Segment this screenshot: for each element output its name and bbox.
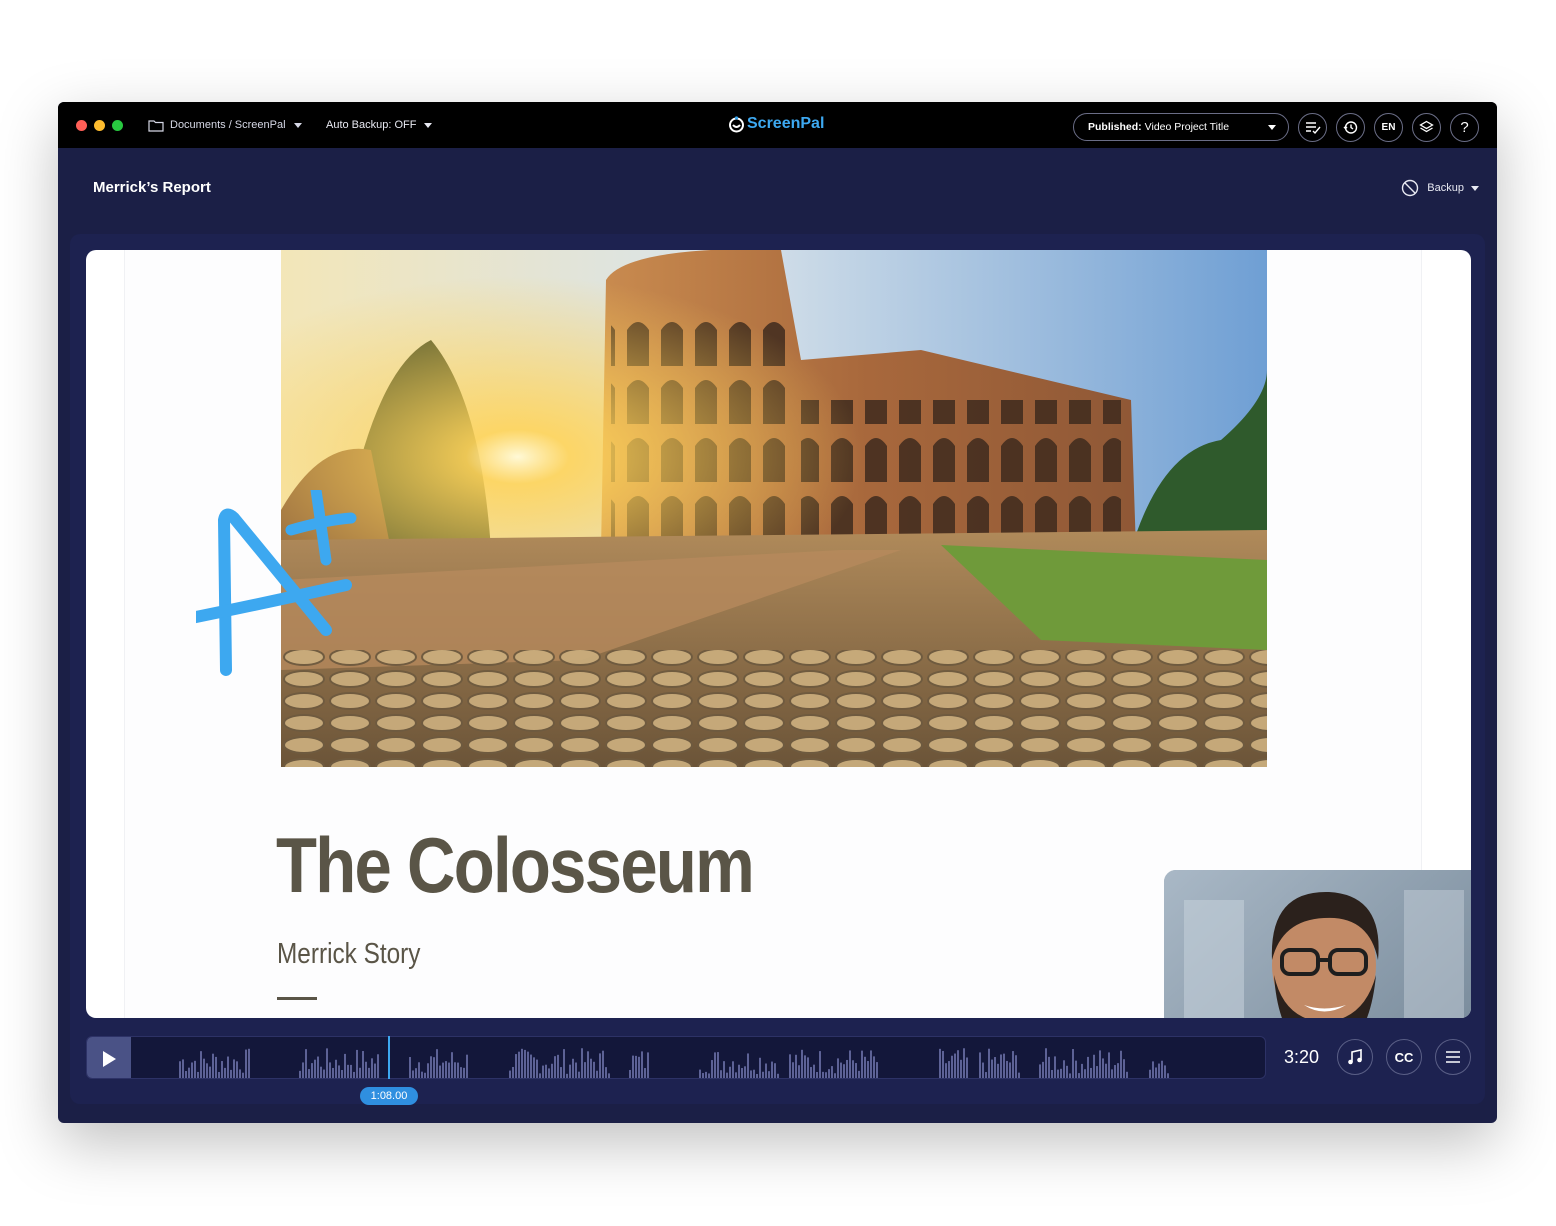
captions-button[interactable]: CC: [1386, 1039, 1422, 1075]
video-preview[interactable]: The Colosseum Merrick Story: [86, 250, 1471, 1018]
language-label: EN: [1381, 122, 1396, 133]
screenpal-logo-icon: [729, 115, 744, 132]
music-note-icon: [1348, 1049, 1362, 1065]
chevron-down-icon: [293, 122, 302, 128]
slide-title: The Colosseum: [276, 821, 755, 909]
playhead-time: 1:08.00: [360, 1087, 418, 1105]
backup-label: Backup: [1427, 182, 1464, 194]
help-icon: ?: [1460, 119, 1469, 136]
app-window: Documents / ScreenPal Auto Backup: OFF S…: [58, 102, 1497, 1123]
play-icon: [103, 1050, 116, 1067]
folder-icon: [148, 119, 164, 132]
folder-path-dropdown[interactable]: Documents / ScreenPal: [148, 116, 302, 134]
playhead[interactable]: [388, 1036, 390, 1079]
zoom-window-button[interactable]: [112, 120, 123, 131]
colosseum-photo: [281, 250, 1267, 767]
chevron-down-icon: [1471, 185, 1479, 191]
screenpal-logo: ScreenPal: [728, 115, 824, 133]
auto-backup-label: Auto Backup: OFF: [326, 119, 417, 131]
duration-label: 3:20: [1284, 1047, 1320, 1067]
playlist-button[interactable]: [1298, 113, 1327, 142]
hamburger-menu-icon: [1446, 1051, 1460, 1063]
timeline-track[interactable]: [86, 1036, 1266, 1079]
slide-subtitle: Merrick Story: [277, 938, 421, 970]
help-button[interactable]: ?: [1450, 113, 1479, 142]
minimize-window-button[interactable]: [94, 120, 105, 131]
a-plus-annotation[interactable]: [196, 490, 396, 710]
divider: [277, 997, 317, 1000]
chevron-down-icon: [424, 122, 433, 128]
folder-path-label: Documents / ScreenPal: [170, 119, 286, 131]
auto-backup-dropdown[interactable]: Auto Backup: OFF: [326, 116, 433, 134]
project-title: Merrick’s Report: [93, 179, 211, 196]
menu-button[interactable]: [1435, 1039, 1471, 1075]
language-button[interactable]: EN: [1374, 113, 1403, 142]
audio-waveform: [179, 1048, 1169, 1078]
title-bar: Documents / ScreenPal Auto Backup: OFF S…: [58, 102, 1497, 148]
close-window-button[interactable]: [76, 120, 87, 131]
publish-status-dropdown[interactable]: Published: Video Project Title: [1073, 113, 1289, 141]
publish-status-prefix: Published:: [1088, 121, 1142, 133]
history-icon: [1343, 121, 1358, 134]
logo-text: ScreenPal: [747, 115, 825, 132]
backup-dropdown[interactable]: Backup: [1401, 179, 1479, 197]
publish-project-title: Video Project Title: [1144, 121, 1230, 133]
layers-button[interactable]: [1412, 113, 1441, 142]
history-button[interactable]: [1336, 113, 1365, 142]
music-button[interactable]: [1337, 1039, 1373, 1075]
no-backup-icon: [1402, 179, 1419, 197]
captions-label: CC: [1394, 1049, 1414, 1065]
play-button[interactable]: [87, 1037, 131, 1078]
playlist-check-icon: [1305, 121, 1321, 134]
layers-icon: [1419, 120, 1434, 133]
webcam-overlay[interactable]: [1164, 870, 1471, 1018]
chevron-down-icon: [1268, 125, 1276, 130]
